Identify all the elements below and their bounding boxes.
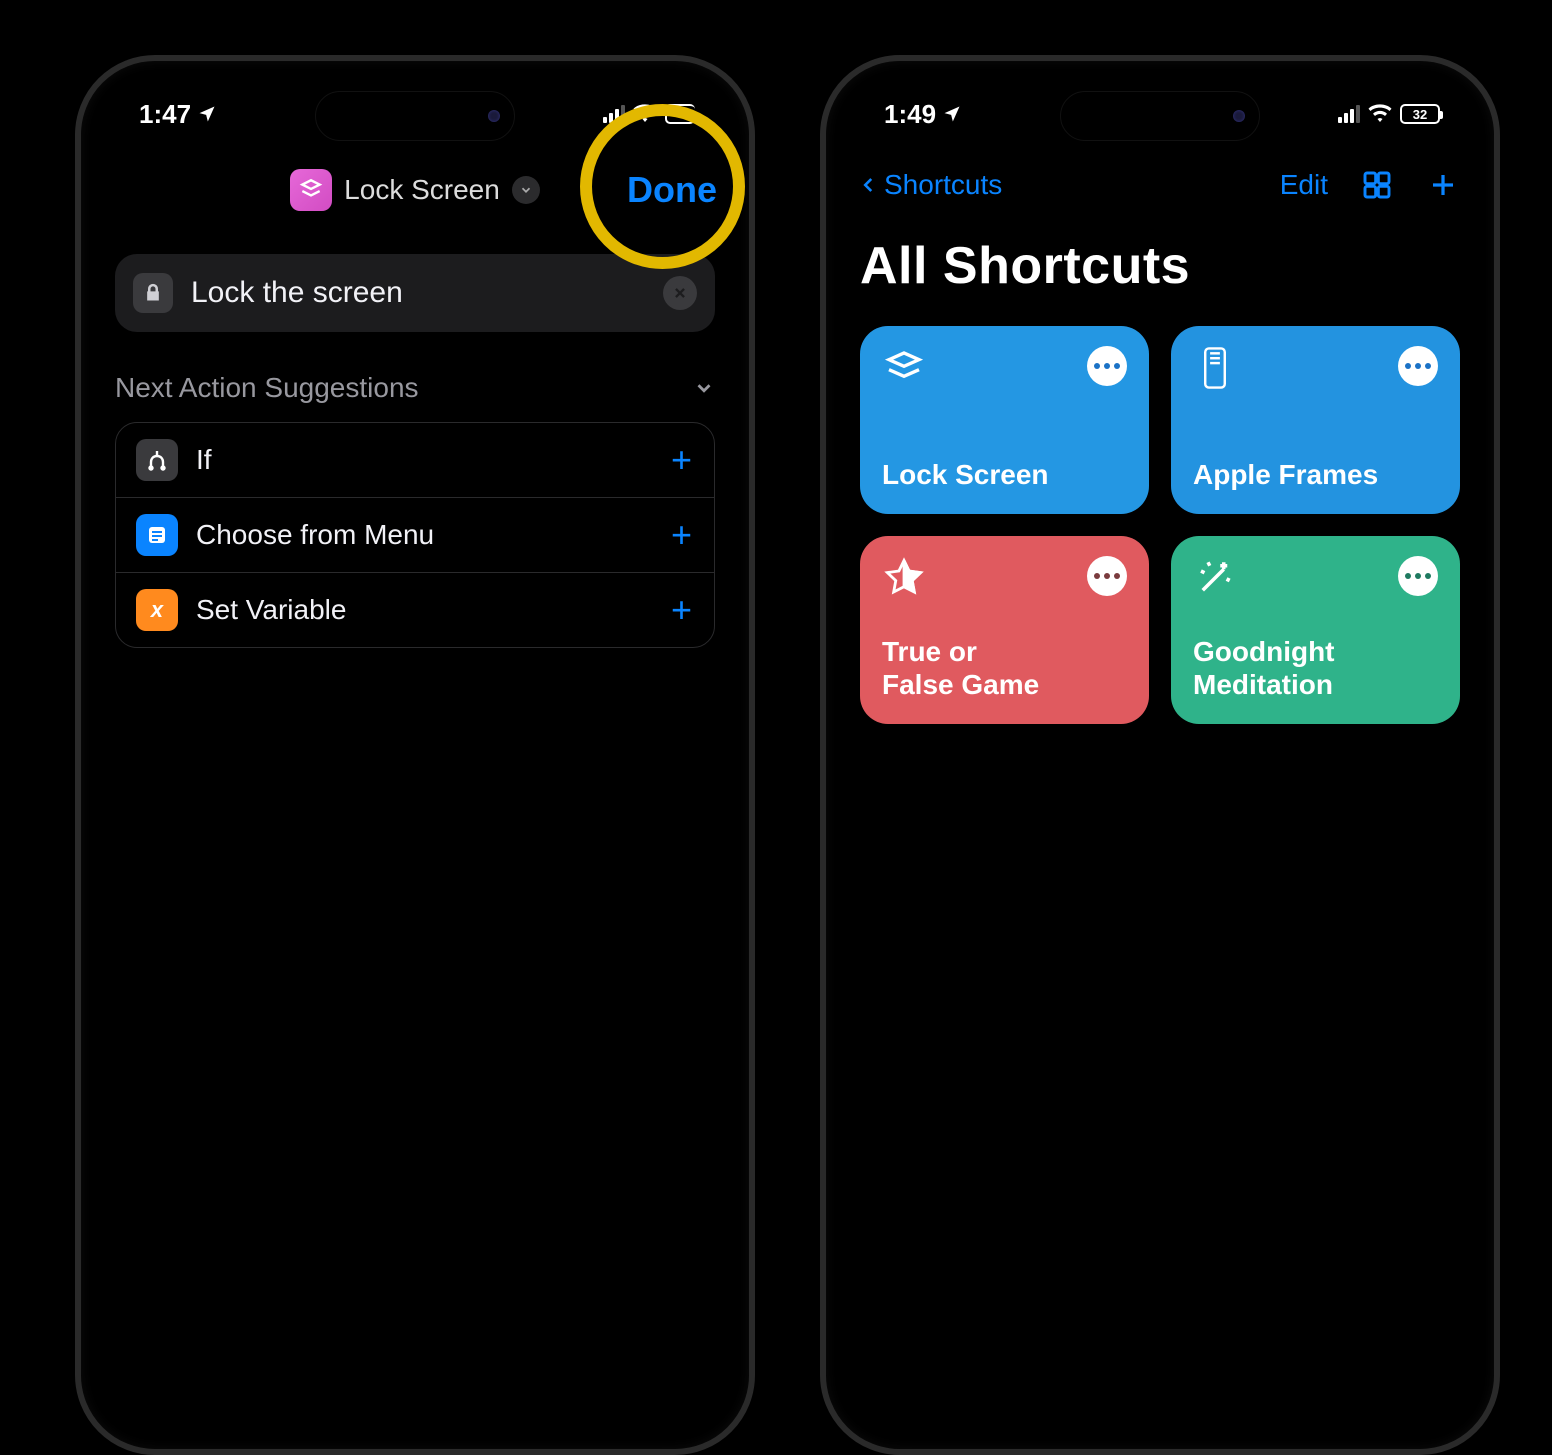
- suggestion-label: Choose from Menu: [196, 519, 434, 551]
- side-button: [75, 491, 79, 586]
- star-icon: [882, 556, 926, 600]
- suggestions-header[interactable]: Next Action Suggestions: [115, 372, 715, 404]
- card-menu-button[interactable]: [1087, 346, 1127, 386]
- card-menu-button[interactable]: [1398, 556, 1438, 596]
- wifi-icon: [1368, 104, 1392, 124]
- side-button: [751, 381, 755, 511]
- back-button[interactable]: Shortcuts: [860, 169, 1002, 201]
- back-label: Shortcuts: [884, 169, 1002, 201]
- shortcut-card-true-false[interactable]: True or False Game: [860, 536, 1149, 724]
- suggestion-item-menu[interactable]: Choose from Menu +: [116, 497, 714, 572]
- shortcut-card-goodnight[interactable]: Goodnight Meditation: [1171, 536, 1460, 724]
- suggestions-header-label: Next Action Suggestions: [115, 372, 419, 404]
- side-button: [820, 296, 824, 346]
- shortcut-grid: Lock Screen Apple Frames: [860, 326, 1460, 724]
- phone-frame-right: 1:49 32 Shortcuts Edit: [820, 55, 1500, 1455]
- shortcut-glyph-icon: [290, 169, 332, 211]
- chevron-left-icon: [860, 171, 878, 199]
- battery-icon: [665, 104, 695, 124]
- action-row-lock-screen[interactable]: Lock the screen: [115, 254, 715, 332]
- layers-icon: [882, 346, 926, 390]
- side-button: [820, 491, 824, 586]
- wand-icon: [1193, 556, 1237, 600]
- suggestions-list: If + Choose from Menu + x Set Variable +: [115, 422, 715, 648]
- card-menu-button[interactable]: [1087, 556, 1127, 596]
- chevron-down-icon: [693, 377, 715, 399]
- view-mode-button[interactable]: [1360, 168, 1394, 202]
- dynamic-island: [315, 91, 515, 141]
- cellular-icon: [1338, 105, 1360, 123]
- status-time: 1:49: [884, 99, 936, 130]
- shortcut-title[interactable]: Lock Screen: [344, 174, 500, 206]
- battery-icon: 32: [1400, 104, 1440, 124]
- new-shortcut-button[interactable]: [1426, 168, 1460, 202]
- phone-frame-icon: [1193, 346, 1237, 390]
- battery-level: 32: [1413, 107, 1427, 122]
- menu-icon: [136, 514, 178, 556]
- status-time: 1:47: [139, 99, 191, 130]
- suggestion-label: Set Variable: [196, 594, 346, 626]
- add-suggestion-button[interactable]: +: [671, 439, 692, 481]
- side-button: [820, 371, 824, 466]
- dynamic-island: [1060, 91, 1260, 141]
- card-label: Apple Frames: [1193, 458, 1438, 492]
- title-chevron-button[interactable]: [512, 176, 540, 204]
- location-icon: [942, 104, 962, 124]
- card-menu-button[interactable]: [1398, 346, 1438, 386]
- done-button[interactable]: Done: [617, 161, 727, 219]
- suggestion-item-setvar[interactable]: x Set Variable +: [116, 572, 714, 647]
- location-icon: [197, 104, 217, 124]
- library-nav-bar: Shortcuts Edit: [860, 156, 1460, 214]
- phone-frame-left: 1:47 Lock Screen Do: [75, 55, 755, 1455]
- suggestion-item-if[interactable]: If +: [116, 423, 714, 497]
- side-button: [1496, 381, 1500, 511]
- variable-icon: x: [136, 589, 178, 631]
- suggestion-label: If: [196, 444, 212, 476]
- branch-icon: [136, 439, 178, 481]
- page-title: All Shortcuts: [860, 236, 1460, 296]
- lock-icon: [133, 273, 173, 313]
- side-button: [75, 296, 79, 346]
- card-label: Goodnight Meditation: [1193, 635, 1438, 702]
- add-suggestion-button[interactable]: +: [671, 514, 692, 556]
- editor-nav-bar: Lock Screen Done: [115, 156, 715, 224]
- shortcut-card-apple-frames[interactable]: Apple Frames: [1171, 326, 1460, 514]
- cellular-icon: [603, 105, 625, 123]
- wifi-icon: [633, 104, 657, 124]
- action-label: Lock the screen: [191, 276, 403, 310]
- side-button: [75, 371, 79, 466]
- edit-button[interactable]: Edit: [1280, 169, 1328, 201]
- card-label: True or False Game: [882, 635, 1127, 702]
- clear-action-button[interactable]: [663, 276, 697, 310]
- shortcut-card-lock-screen[interactable]: Lock Screen: [860, 326, 1149, 514]
- card-label: Lock Screen: [882, 458, 1127, 492]
- add-suggestion-button[interactable]: +: [671, 589, 692, 631]
